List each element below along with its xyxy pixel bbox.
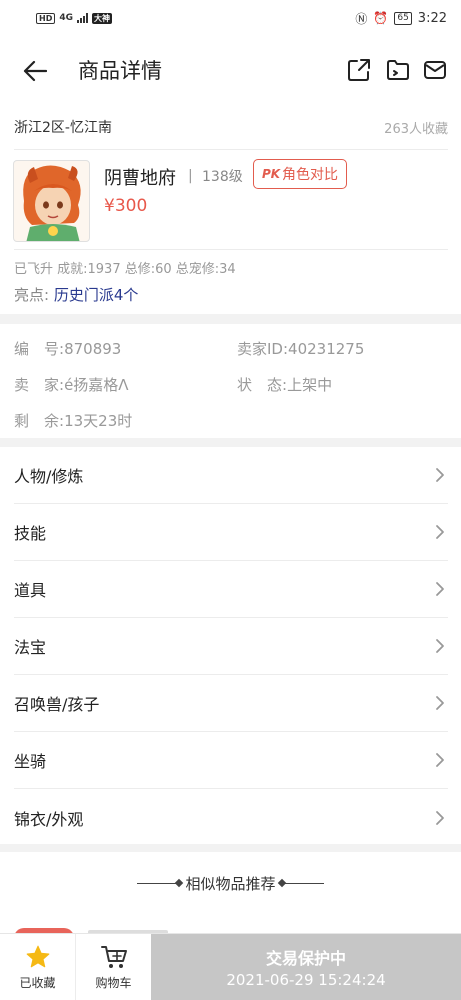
menu-item-label: 召唤兽/孩子 (14, 695, 100, 714)
menu-item-label: 锦衣/外观 (14, 809, 84, 829)
divider (137, 882, 180, 884)
item-id-label: 编 号: (14, 340, 65, 358)
chevron-right-icon (432, 695, 448, 711)
menu-item-mounts[interactable]: 坐骑 (14, 732, 448, 789)
protection-title: 交易保护中 (265, 949, 346, 968)
cart-button[interactable]: 购物车 (76, 934, 151, 1000)
info-card: 编 号:870893 卖家ID:40231275 卖 家:é扬嘉格Λ 状 态:上… (0, 324, 461, 438)
divider (281, 882, 324, 884)
remaining-time: 剩 余:13天23时 (14, 410, 132, 431)
divider (14, 149, 448, 150)
compare-label: 角色对比 (282, 167, 339, 183)
recommendation-title: 相似物品推荐 (185, 874, 276, 893)
status-label: 状 态: (237, 376, 288, 394)
favorite-button[interactable]: 已收藏 (0, 934, 76, 1000)
status-value: 上架中 (287, 376, 333, 394)
menu-item-label: 法宝 (14, 638, 47, 657)
seller-id-label: 卖家ID: (237, 340, 289, 358)
favorite-label: 已收藏 (19, 975, 56, 990)
role-name: 阴曹地府 (104, 168, 176, 189)
chevron-right-icon (432, 810, 448, 826)
menu-item-label: 坐骑 (14, 752, 47, 771)
menu-item-pets[interactable]: 召唤兽/孩子 (14, 675, 448, 732)
menu-item-label: 道具 (14, 581, 47, 600)
page-title: 商品详情 (78, 59, 162, 83)
status-left: HD 4G 大神 (36, 12, 112, 24)
pk-icon: PK (261, 167, 281, 181)
status-right: Ⓝ ⏰ 65 3:22 (355, 10, 447, 27)
nfc-icon: Ⓝ (355, 11, 368, 26)
menu-item-items[interactable]: 道具 (14, 561, 448, 618)
avatar[interactable] (13, 160, 90, 242)
network-type: 4G (59, 13, 73, 23)
achievement-summary: 已飞升 成就:1937 总修:60 总宠修:34 (14, 262, 236, 277)
status-time: 3:22 (417, 10, 447, 26)
favorite-count: 263人收藏 (384, 121, 448, 137)
role-level: 138级 (202, 169, 243, 185)
highlight-label: 亮点: (14, 286, 50, 304)
header: 商品详情 (0, 36, 461, 106)
chevron-right-icon (432, 581, 448, 597)
separator: | (188, 168, 193, 184)
battery-icon: 65 (394, 11, 412, 25)
recommendation-header: 相似物品推荐 (0, 868, 461, 898)
server-row: 浙江2区-忆江南 263人收藏 (14, 114, 448, 140)
star-icon (26, 945, 49, 967)
listing-status: 状 态:上架中 (237, 374, 332, 395)
signal-icon (77, 13, 88, 23)
chevron-right-icon (432, 467, 448, 483)
back-arrow-icon[interactable] (20, 56, 50, 86)
menu-item-treasures[interactable]: 法宝 (14, 618, 448, 675)
chevron-right-icon (432, 638, 448, 654)
bottom-bar: 已收藏 购物车 交易保护中 2021-06-29 15:24:24 (0, 933, 461, 1000)
seller-value: é扬嘉格Λ (64, 376, 129, 394)
menu-item-label: 人物/修炼 (14, 467, 84, 486)
cart-label: 购物车 (95, 975, 132, 990)
chevron-right-icon (432, 524, 448, 540)
menu-item-appearance[interactable]: 锦衣/外观 (14, 789, 448, 846)
folder-icon[interactable] (384, 56, 412, 84)
protection-time: 2021-06-29 15:24:24 (226, 971, 386, 989)
menu-item-label: 技能 (14, 524, 47, 543)
role-compare-button[interactable]: PK 角色对比 (253, 159, 347, 189)
remaining-value: 13天23时 (64, 412, 133, 430)
role-card: 浙江2区-忆江南 263人收藏 阴曹地府 | 138级 PK 角色对比 ¥300… (0, 106, 461, 314)
app-badge: 大神 (92, 12, 112, 24)
seller-label: 卖 家: (14, 376, 65, 394)
remaining-label: 剩 余: (14, 412, 65, 430)
status-bar: HD 4G 大神 Ⓝ ⏰ 65 3:22 (0, 0, 461, 36)
menu-item-skills[interactable]: 技能 (14, 504, 448, 561)
hd-badge: HD (36, 12, 56, 24)
highlight-row: 亮点: 历史门派4个 (14, 284, 138, 305)
divider (14, 249, 448, 250)
share-icon[interactable] (345, 56, 373, 84)
seller-id: 卖家ID:40231275 (237, 338, 364, 359)
menu-item-character[interactable]: 人物/修炼 (14, 447, 448, 504)
item-id: 编 号:870893 (14, 338, 121, 359)
server-name: 浙江2区-忆江南 (14, 120, 112, 136)
seller-id-value: 40231275 (288, 340, 365, 358)
cart-icon (100, 945, 127, 968)
highlight-value[interactable]: 历史门派4个 (54, 286, 139, 304)
item-id-value: 870893 (64, 340, 122, 358)
detail-menu: 人物/修炼 技能 道具 法宝 召唤兽/孩子 坐骑 锦衣/外观 (0, 447, 461, 844)
seller: 卖 家:é扬嘉格Λ (14, 374, 129, 395)
chevron-right-icon (432, 752, 448, 768)
alarm-icon: ⏰ (373, 11, 389, 25)
mail-icon[interactable] (421, 56, 449, 84)
price: ¥300 (104, 196, 148, 216)
trade-protection-button[interactable]: 交易保护中 2021-06-29 15:24:24 (151, 934, 461, 1000)
